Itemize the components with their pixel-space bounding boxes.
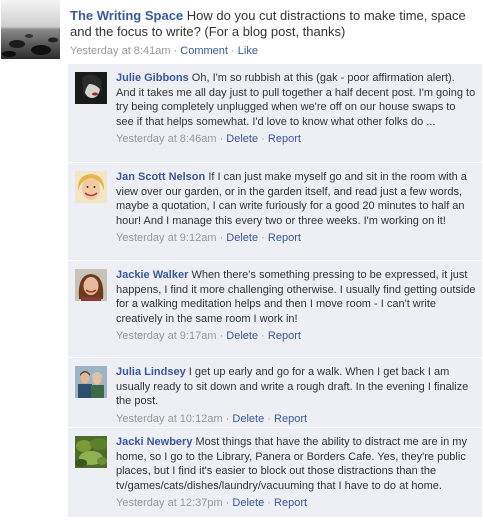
comment-timestamp[interactable]: Yesterday at 9:17am bbox=[116, 330, 217, 342]
comment-author-link[interactable]: Julia Lindsey bbox=[116, 366, 186, 378]
comment-author-link[interactable]: Jacki Newbery bbox=[116, 436, 192, 448]
comment-item: Jacki Newbery Most things that have the … bbox=[68, 428, 482, 518]
meta-separator: · bbox=[267, 412, 271, 425]
comment-body: Jan Scott Nelson If I can just make myse… bbox=[116, 170, 476, 245]
report-link[interactable]: Report bbox=[268, 232, 301, 244]
comment-body: Julia Lindsey I get up early and go for … bbox=[116, 365, 476, 426]
comment-text: Jan Scott Nelson If I can just make myse… bbox=[116, 170, 476, 228]
delete-link[interactable]: Delete bbox=[232, 497, 264, 509]
comment-item: Julie Gibbons Oh, I'm so rubbish at this… bbox=[68, 64, 482, 163]
page-name-link[interactable]: The Writing Space bbox=[70, 8, 183, 23]
comment-meta: Yesterday at 12:37pm · Delete · Report bbox=[116, 496, 476, 510]
comment-list: Julie Gibbons Oh, I'm so rubbish at this… bbox=[68, 64, 482, 518]
comment-body: Julie Gibbons Oh, I'm so rubbish at this… bbox=[116, 71, 476, 146]
delete-link[interactable]: Delete bbox=[226, 330, 258, 342]
wall-post: The Writing Space How do you cut distrac… bbox=[0, 0, 483, 522]
commenter-avatar[interactable] bbox=[75, 366, 107, 398]
comment-item: Jan Scott Nelson If I can just make myse… bbox=[68, 163, 482, 261]
meta-separator: · bbox=[261, 133, 265, 146]
comment-timestamp[interactable]: Yesterday at 9:12am bbox=[116, 232, 217, 244]
report-link[interactable]: Report bbox=[274, 497, 307, 509]
comment-body: Jacki Newbery Most things that have the … bbox=[116, 435, 476, 510]
comment-link[interactable]: Comment bbox=[180, 45, 228, 57]
meta-separator: · bbox=[219, 133, 224, 146]
comment-timestamp[interactable]: Yesterday at 8:46am bbox=[116, 133, 217, 145]
report-link[interactable]: Report bbox=[268, 330, 301, 342]
comment-text: Julie Gibbons Oh, I'm so rubbish at this… bbox=[116, 71, 476, 129]
meta-separator: · bbox=[231, 45, 235, 57]
post-timestamp[interactable]: Yesterday at 8:41am bbox=[70, 45, 171, 57]
page-avatar[interactable] bbox=[1, 0, 60, 59]
comment-item: Julia Lindsey I get up early and go for … bbox=[68, 358, 482, 428]
comment-author-link[interactable]: Jan Scott Nelson bbox=[116, 171, 205, 183]
post-text: The Writing Space How do you cut distrac… bbox=[70, 8, 480, 40]
comment-meta: Yesterday at 8:46am · Delete · Report bbox=[116, 132, 476, 146]
comment-author-link[interactable]: Jackie Walker bbox=[116, 269, 188, 281]
commenter-avatar[interactable] bbox=[75, 72, 107, 104]
meta-separator: · bbox=[219, 232, 224, 245]
delete-link[interactable]: Delete bbox=[226, 232, 258, 244]
report-link[interactable]: Report bbox=[274, 413, 307, 425]
comment-text: Jacki Newbery Most things that have the … bbox=[116, 435, 476, 493]
commenter-avatar[interactable] bbox=[75, 171, 107, 203]
commenter-avatar[interactable] bbox=[75, 269, 107, 301]
meta-separator: · bbox=[267, 497, 271, 510]
comment-text: Julia Lindsey I get up early and go for … bbox=[116, 365, 476, 409]
comment-body: Jackie Walker When there's something pre… bbox=[116, 268, 476, 343]
meta-separator: · bbox=[173, 45, 178, 57]
delete-link[interactable]: Delete bbox=[226, 133, 258, 145]
comment-meta: Yesterday at 10:12am · Delete · Report bbox=[116, 412, 476, 426]
comment-timestamp[interactable]: Yesterday at 10:12am bbox=[116, 413, 223, 425]
meta-separator: · bbox=[225, 412, 230, 425]
meta-separator: · bbox=[261, 232, 265, 245]
report-link[interactable]: Report bbox=[268, 133, 301, 145]
post-meta: Yesterday at 8:41am · Comment · Like bbox=[70, 44, 480, 58]
comment-meta: Yesterday at 9:12am · Delete · Report bbox=[116, 231, 476, 245]
comment-author-link[interactable]: Julie Gibbons bbox=[116, 72, 189, 84]
comment-timestamp[interactable]: Yesterday at 12:37pm bbox=[116, 497, 223, 509]
comment-meta: Yesterday at 9:17am · Delete · Report bbox=[116, 329, 476, 343]
commenter-avatar[interactable] bbox=[75, 436, 107, 468]
meta-separator: · bbox=[219, 330, 224, 343]
meta-separator: · bbox=[225, 497, 230, 510]
meta-separator: · bbox=[261, 330, 265, 343]
delete-link[interactable]: Delete bbox=[232, 413, 264, 425]
comment-item: Jackie Walker When there's something pre… bbox=[68, 261, 482, 358]
comment-text: Jackie Walker When there's something pre… bbox=[116, 268, 476, 326]
post-body: The Writing Space How do you cut distrac… bbox=[70, 8, 480, 58]
like-link[interactable]: Like bbox=[238, 45, 258, 57]
